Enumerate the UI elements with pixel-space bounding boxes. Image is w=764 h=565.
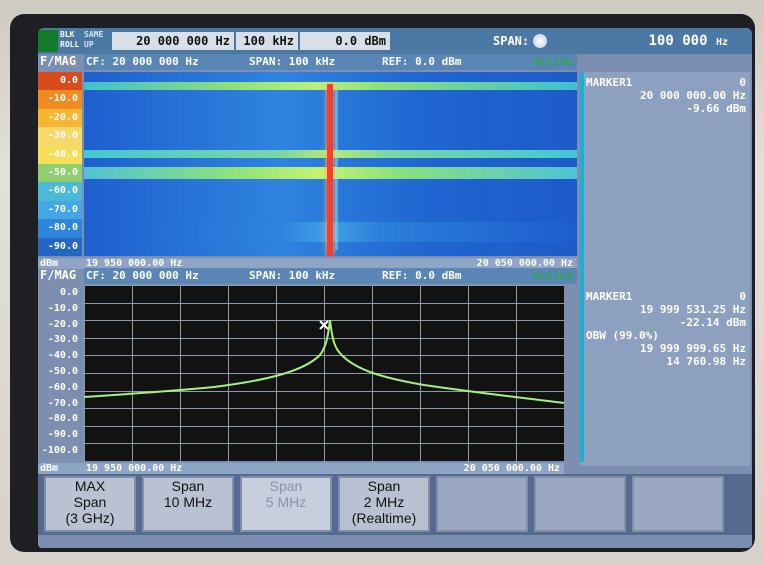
waterfall-fmag-label: F/MAG <box>40 54 77 68</box>
span-2mhz-line-2: 2 MHz <box>363 494 405 510</box>
status-blk: BLK <box>60 30 75 39</box>
waterfall-scale-label: -70.0 <box>38 200 82 220</box>
softkey-6-blank[interactable] <box>534 476 626 532</box>
center-frequency-field[interactable]: 20 000 000 Hz <box>112 32 234 50</box>
spectrum-scale-label: -10.0 <box>47 302 78 314</box>
span-value: 100 000 Hz <box>598 32 729 52</box>
waterfall-scale-label: -90.0 <box>38 237 82 256</box>
max-span-line-3: (3 GHz) <box>65 510 115 526</box>
span-10mhz-button[interactable]: Span 10 MHz <box>142 476 234 532</box>
waterfall-scale-label: -30.0 <box>38 127 82 146</box>
occupied-bandwidth-frequency-2: 14 760.98 Hz <box>666 355 746 368</box>
span-5mhz-button[interactable]: Span 5 MHz <box>240 476 332 532</box>
marker-panel-1-index: 0 <box>739 76 746 89</box>
marker-panel-waterfall: MARKER1 0 20 000 000.00 Hz -9.66 dBm <box>586 76 746 115</box>
spectrum-scale-label: -30.0 <box>47 334 78 346</box>
spectrum-scale-label: -50.0 <box>47 366 78 377</box>
waterfall-span: SPAN: 100 kHz <box>249 55 336 68</box>
spectrum-trace <box>84 319 564 404</box>
marker-panel-1-level: -9.66 dBm <box>686 102 746 115</box>
span-label: SPAN: <box>493 34 530 48</box>
waterfall-cf: CF: 20 000 000 Hz <box>86 55 199 68</box>
reference-level-field[interactable]: 0.0 dBm <box>300 32 390 50</box>
spectrum-fmag-label: F/MAG <box>40 268 77 282</box>
marker-panel-1-title: MARKER1 <box>586 76 633 89</box>
waterfall-scale-label: -20.0 <box>38 108 82 128</box>
max-span-line-2: Span <box>73 494 107 510</box>
waterfall-active-label: Active <box>533 55 573 68</box>
marker-panel-2-level: -22.14 dBm <box>679 316 746 329</box>
rbw-field[interactable]: 100 kHz <box>236 32 298 50</box>
status-up: UP <box>84 40 94 49</box>
span-knob-icon[interactable] <box>533 34 547 48</box>
span-2mhz-button[interactable]: Span 2 MHz (Realtime) <box>338 476 430 532</box>
spectrum-scale-label: -70.0 <box>47 397 78 409</box>
status-roll: ROLL <box>60 40 80 49</box>
waterfall-scale-label: 0.0 <box>38 72 82 91</box>
spectrum-scale-label: -40.0 <box>47 350 78 362</box>
occupied-bandwidth-frequency-1: 19 999 999.65 Hz <box>640 342 746 355</box>
spectrum-scale-label: -20.0 <box>47 318 78 330</box>
softkey-7-blank[interactable] <box>632 476 724 532</box>
waterfall-scale-label: -50.0 <box>38 164 82 183</box>
max-span-line-1: MAX <box>74 478 106 494</box>
span-10mhz-line-1: Span <box>171 478 205 494</box>
waterfall-scale-label: -40.0 <box>38 145 82 164</box>
span-2mhz-line-1: Span <box>367 478 401 494</box>
spectrum-trace-svg <box>84 319 564 404</box>
monitor-bezel: BLK ROLL SAME UP 20 000 000 Hz 100 kHz 0… <box>0 0 764 565</box>
span-5mhz-line-2: 5 MHz <box>265 494 307 510</box>
spectrum-scale-label: -80.0 <box>47 413 78 425</box>
marker-panel-2-index: 0 <box>739 290 746 303</box>
spectrum-right-frequency: 20 050 000.00 Hz <box>463 463 560 474</box>
marker-column-strip <box>580 72 584 462</box>
marker-panel-2-frequency: 19 999 531.25 Hz <box>640 303 746 316</box>
marker-panel-2-title: MARKER1 <box>586 290 633 303</box>
spectrum-frequency-axis: dBm 19 950 000.00 Hz 20 050 000.00 Hz <box>38 463 564 474</box>
waterfall-scale-label: -60.0 <box>38 182 82 201</box>
marker-panel-2-title-row: MARKER1 0 <box>586 290 746 303</box>
span-5mhz-line-1: Span <box>269 478 303 494</box>
spectrum-y-scale: 0.0 -10.0 -20.0 -30.0 -40.0 -50.0 -60.0 -70.0 -8… <box>38 285 82 461</box>
spectrum-analyzer-screen: BLK ROLL SAME UP 20 000 000 Hz 100 kHz 0… <box>38 28 752 548</box>
spectrum-header: CF: 20 000 000 Hz SPAN: 100 kHz REF: 0.0… <box>84 268 577 284</box>
span-unit: Hz <box>715 37 728 48</box>
spectrum-active-label: Active <box>533 269 573 282</box>
span-number: 100 000 <box>648 33 708 49</box>
occupied-bandwidth-label: OBW (99.0%) <box>586 329 659 342</box>
waterfall-scale-label: -10.0 <box>38 90 82 109</box>
spectrum-unit: dBm <box>40 463 59 474</box>
marker-panel-1-title-row: MARKER1 0 <box>586 76 746 89</box>
status-same-up: SAME UP <box>84 30 106 52</box>
marker-panel-1-frequency: 20 000 000.00 Hz <box>640 89 746 102</box>
spectrum-ref: REF: 0.0 dBm <box>382 269 462 282</box>
status-block-roll: BLK ROLL <box>60 30 80 52</box>
span-2mhz-line-3: (Realtime) <box>351 510 417 526</box>
spectrum-plot <box>84 285 564 461</box>
top-status-bar: BLK ROLL SAME UP 20 000 000 Hz 100 kHz 0… <box>38 28 752 54</box>
waterfall-header: CF: 20 000 000 Hz SPAN: 100 kHz REF: 0.0… <box>84 54 577 70</box>
spectrum-scale-label: -60.0 <box>47 381 78 393</box>
marker-info-column <box>580 72 750 466</box>
waterfall-display <box>84 72 577 256</box>
span-10mhz-line-2: 10 MHz <box>163 494 213 510</box>
spectrum-scale-label: -100.0 <box>41 445 78 456</box>
spectrum-left-frequency: 19 950 000.00 Hz <box>86 463 183 474</box>
status-same: SAME <box>84 30 104 39</box>
spectrum-scale-label: 0.0 <box>59 287 78 298</box>
waterfall-ref: REF: 0.0 dBm <box>382 55 462 68</box>
waterfall-scale-label: -80.0 <box>38 219 82 238</box>
waterfall-side-line <box>335 90 338 250</box>
waterfall-color-scale: 0.0 -10.0 -20.0 -30.0 -40.0 -50.0 -60.0 -70.0 -8… <box>38 72 82 256</box>
marker-cross-icon <box>319 320 329 330</box>
spectrum-span: SPAN: 100 kHz <box>249 269 336 282</box>
status-run-indicator <box>38 30 58 52</box>
waterfall-carrier-line <box>327 84 333 256</box>
max-span-button[interactable]: MAX Span (3 GHz) <box>44 476 136 532</box>
marker-panel-spectrum: MARKER1 0 19 999 531.25 Hz -22.14 dBm OB… <box>586 290 746 368</box>
spectrum-cf: CF: 20 000 000 Hz <box>86 269 199 282</box>
softkey-bar: MAX Span (3 GHz) Span 10 MHz Span 5 MHz … <box>38 474 752 535</box>
spectrum-scale-label: -90.0 <box>47 429 78 441</box>
softkey-5-blank[interactable] <box>436 476 528 532</box>
